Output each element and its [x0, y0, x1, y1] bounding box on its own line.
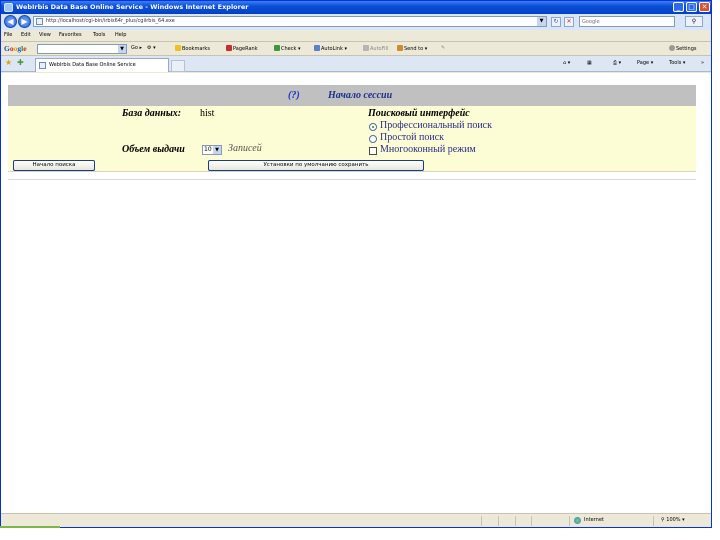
divider	[8, 179, 696, 180]
page-menu[interactable]: Page ▾	[637, 60, 653, 66]
search-input[interactable]	[580, 17, 668, 26]
address-bar[interactable]: http://localhost/cgi-bin/irbis64r_plus/c…	[33, 16, 547, 27]
page-icon	[36, 18, 43, 25]
pagerank-button[interactable]: PageRank	[226, 45, 258, 52]
autolink-icon	[314, 45, 320, 51]
output-volume-value: 10	[204, 146, 212, 153]
menu-tools[interactable]: Tools	[93, 32, 105, 38]
status-divider	[531, 516, 532, 526]
search-box[interactable]	[579, 16, 675, 27]
pencil-icon[interactable]: ✎	[441, 45, 445, 51]
bookmarks-button[interactable]: Bookmarks	[175, 45, 210, 52]
radio-professional-search[interactable]	[369, 123, 377, 131]
wrench-icon	[669, 45, 675, 51]
chevron-right-icon[interactable]: »	[701, 60, 704, 66]
globe-icon	[574, 517, 581, 524]
send-icon	[397, 45, 403, 51]
status-divider	[481, 516, 482, 526]
feeds-icon[interactable]: ▦	[587, 60, 592, 66]
option-professional-search[interactable]: Профессиональный поиск	[380, 120, 492, 131]
add-favorite-icon[interactable]: ✚	[17, 59, 24, 67]
window-title: WebIrbis Data Base Online Service - Wind…	[16, 3, 249, 11]
menu-help[interactable]: Help	[115, 32, 126, 38]
address-row: ◀ ▶ http://localhost/cgi-bin/irbis64r_pl…	[1, 14, 711, 30]
print-icon[interactable]: ⎙ ▾	[613, 60, 621, 66]
database-label: База данных:	[122, 108, 182, 119]
autofill-icon	[363, 45, 369, 51]
sendto-button[interactable]: Send to ▾	[397, 45, 427, 52]
maximize-button[interactable]: □	[686, 2, 697, 12]
check-button[interactable]: Check ▾	[274, 45, 301, 52]
menu-edit[interactable]: Edit	[21, 32, 31, 38]
radio-simple-search[interactable]	[369, 135, 377, 143]
save-settings-button[interactable]: Установки по умолчанию сохранить	[208, 160, 424, 171]
minimize-button[interactable]: _	[673, 2, 684, 12]
multiwindow-checkbox[interactable]	[369, 147, 377, 155]
favorites-star-icon[interactable]: ★	[5, 59, 12, 67]
status-divider	[653, 516, 654, 526]
search-icon[interactable]: ⚲	[685, 16, 703, 27]
multiwindow-label[interactable]: Многооконный режим	[380, 144, 476, 155]
taskbar-edge	[0, 526, 60, 528]
status-divider	[498, 516, 499, 526]
stop-icon[interactable]: ✕	[564, 17, 574, 27]
google-search-input[interactable]: ▼	[37, 44, 127, 54]
chevron-down-icon[interactable]: ▼	[537, 17, 546, 26]
tab-row: ★ ✚ WebIrbis Data Base Online Service ⌂ …	[1, 56, 711, 72]
page-icon	[39, 62, 46, 69]
tools-menu[interactable]: Tools ▾	[669, 60, 685, 66]
google-options-icon[interactable]: ⚙ ▾	[147, 45, 156, 51]
zoom-level[interactable]: ⚲ 100% ▾	[661, 517, 685, 523]
help-link[interactable]: (?)	[288, 90, 300, 101]
chevron-down-icon[interactable]: ▼	[118, 45, 126, 53]
session-banner: (?) Начало сессии	[8, 85, 696, 106]
option-simple-search[interactable]: Простой поиск	[380, 132, 444, 143]
output-volume-select[interactable]: 10 ▼	[202, 145, 222, 155]
menu-view[interactable]: View	[39, 32, 51, 38]
records-label: Записей	[228, 143, 262, 154]
home-icon[interactable]: ⌂ ▾	[563, 60, 570, 66]
database-value: hist	[200, 108, 215, 119]
new-tab-button[interactable]	[171, 60, 185, 72]
star-icon	[175, 45, 181, 51]
tab-label: WebIrbis Data Base Online Service	[49, 62, 136, 68]
title-bar: WebIrbis Data Base Online Service - Wind…	[1, 1, 711, 14]
google-toolbar: Google ▼ Go ▸ ⚙ ▾ Bookmarks PageRank Che…	[1, 42, 711, 56]
page-content: (?) Начало сессии База данных: hist Поис…	[1, 73, 711, 513]
google-go-button[interactable]: Go ▸	[131, 45, 142, 51]
autofill-button[interactable]: AutoFill	[363, 45, 388, 52]
autolink-button[interactable]: AutoLink ▾	[314, 45, 347, 52]
output-volume-label: Объем выдачи	[122, 144, 185, 155]
google-logo: Google	[4, 44, 27, 53]
url-text[interactable]: http://localhost/cgi-bin/irbis64r_plus/c…	[46, 18, 175, 24]
search-interface-label: Поисковый интерфейс	[368, 108, 470, 119]
status-divider	[569, 516, 570, 526]
menu-favorites[interactable]: Favorites	[59, 32, 82, 38]
session-form: База данных: hist Поисковый интерфейс Пр…	[8, 106, 696, 172]
back-icon[interactable]: ◀	[4, 15, 17, 28]
zone-text: Internet	[584, 517, 604, 523]
tab-active[interactable]: WebIrbis Data Base Online Service	[35, 58, 169, 72]
close-button[interactable]: ✕	[699, 2, 710, 12]
browser-window: WebIrbis Data Base Online Service - Wind…	[0, 0, 712, 528]
start-search-button[interactable]: Начало поиска	[13, 160, 95, 171]
status-bar: Internet ⚲ 100% ▾	[1, 513, 711, 527]
refresh-icon[interactable]: ↻	[551, 17, 561, 27]
spellcheck-icon	[274, 45, 280, 51]
chevron-down-icon[interactable]: ▼	[213, 146, 221, 154]
page-title: Начало сессии	[328, 90, 393, 101]
ie-icon	[4, 3, 13, 12]
pagerank-icon	[226, 45, 232, 51]
settings-button[interactable]: Settings	[669, 45, 697, 52]
menu-file[interactable]: File	[4, 32, 12, 38]
menu-bar: File Edit View Favorites Tools Help	[1, 30, 711, 42]
status-divider	[515, 516, 516, 526]
forward-icon[interactable]: ▶	[18, 15, 31, 28]
